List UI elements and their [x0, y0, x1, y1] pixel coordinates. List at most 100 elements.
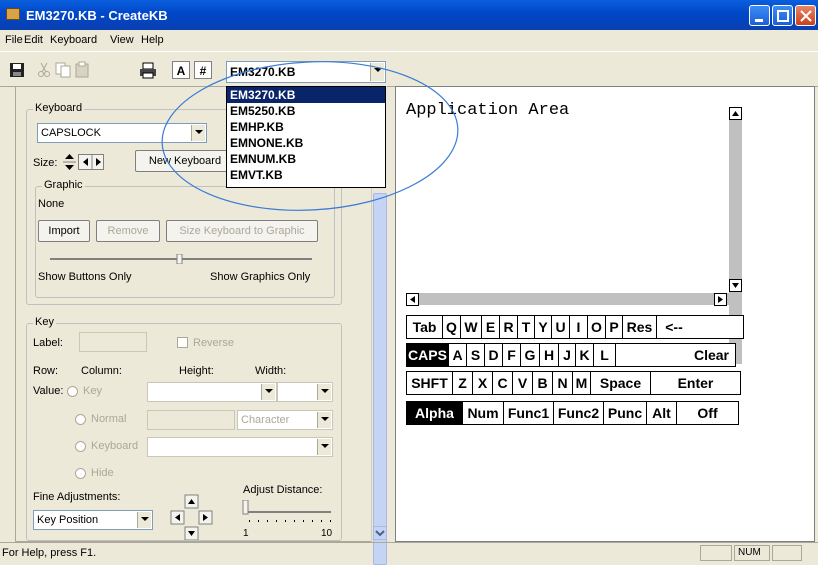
key-label-input[interactable]	[79, 332, 147, 352]
key-f[interactable]: F	[503, 344, 521, 366]
file-option[interactable]: EM3270.KB	[227, 87, 385, 103]
key-off[interactable]: Off	[677, 402, 738, 424]
key-n[interactable]: N	[553, 372, 573, 394]
scroll-left-icon[interactable]	[406, 293, 419, 306]
app-horizontal-scrollbar[interactable]	[406, 293, 742, 305]
key-p[interactable]: P	[606, 316, 623, 338]
paste-icon[interactable]	[73, 61, 91, 79]
key-t[interactable]: T	[518, 316, 535, 338]
normal-type-select[interactable]: Character	[237, 410, 333, 430]
key-shift[interactable]: SHFT	[407, 372, 453, 394]
key-k[interactable]: K	[576, 344, 594, 366]
key-space[interactable]: Space	[591, 372, 651, 394]
key-clear[interactable]: Clear	[616, 344, 735, 366]
key-enter[interactable]: Enter	[651, 372, 740, 394]
file-option[interactable]: EMHP.KB	[227, 119, 385, 135]
keyboard-name-select[interactable]: CAPSLOCK	[37, 123, 207, 143]
key-a[interactable]: A	[449, 344, 467, 366]
key-c[interactable]: C	[493, 372, 513, 394]
copy-icon[interactable]	[54, 61, 72, 79]
key-backspace[interactable]: <--	[657, 316, 691, 338]
cut-icon[interactable]	[35, 61, 53, 79]
remove-button[interactable]: Remove	[96, 220, 160, 242]
save-icon[interactable]	[8, 61, 26, 79]
size-height-spinner[interactable]	[63, 152, 76, 172]
chevron-down-icon[interactable]	[137, 512, 151, 528]
file-option[interactable]: EM5250.KB	[227, 103, 385, 119]
key-w[interactable]: W	[461, 316, 482, 338]
file-select[interactable]: EM3270.KB	[226, 61, 386, 83]
radio-keyboard[interactable]	[75, 441, 86, 452]
key-alpha[interactable]: Alpha	[407, 402, 463, 424]
key-z[interactable]: Z	[453, 372, 473, 394]
key-d[interactable]: D	[485, 344, 503, 366]
size-keyboard-to-graphic-button[interactable]: Size Keyboard to Graphic	[166, 220, 318, 242]
key-value-extra-select[interactable]	[277, 382, 333, 402]
key-e[interactable]: E	[482, 316, 500, 338]
size-width-spinner[interactable]	[78, 154, 104, 170]
key-x[interactable]: X	[473, 372, 493, 394]
key-s[interactable]: S	[467, 344, 485, 366]
print-icon[interactable]	[139, 61, 157, 79]
menu-edit[interactable]: Edit	[24, 34, 43, 46]
scroll-up-icon[interactable]	[729, 107, 742, 120]
menu-file[interactable]: File	[5, 34, 23, 46]
key-func2[interactable]: Func2	[554, 402, 604, 424]
key-res[interactable]: Res	[623, 316, 657, 338]
position-nudge-arrows[interactable]	[169, 494, 215, 541]
key-r[interactable]: R	[500, 316, 518, 338]
chevron-down-icon[interactable]	[317, 412, 331, 428]
file-option[interactable]: EMNUM.KB	[227, 151, 385, 167]
keyboard-target-select[interactable]	[147, 437, 333, 457]
file-option[interactable]: EMVT.KB	[227, 167, 385, 183]
font-hash-button[interactable]: #	[194, 61, 212, 79]
scroll-down-icon[interactable]	[729, 279, 742, 292]
chevron-down-icon[interactable]	[317, 384, 331, 400]
key-h[interactable]: H	[540, 344, 559, 366]
minimize-button[interactable]	[749, 5, 770, 26]
key-func1[interactable]: Func1	[504, 402, 554, 424]
key-b[interactable]: B	[533, 372, 553, 394]
reverse-checkbox[interactable]	[177, 337, 188, 348]
chevron-down-icon[interactable]	[370, 63, 384, 81]
graphic-group-legend: Graphic	[42, 179, 85, 191]
key-y[interactable]: Y	[535, 316, 552, 338]
key-q[interactable]: Q	[443, 316, 461, 338]
key-tab[interactable]: Tab	[407, 316, 443, 338]
menu-help[interactable]: Help	[141, 34, 164, 46]
maximize-button[interactable]	[772, 5, 793, 26]
chevron-down-icon[interactable]	[261, 384, 275, 400]
key-value-select[interactable]	[147, 382, 277, 402]
key-l[interactable]: L	[594, 344, 616, 366]
new-keyboard-button[interactable]: New Keyboard	[135, 150, 235, 172]
radio-hide[interactable]	[75, 468, 86, 479]
file-option[interactable]: EMNONE.KB	[227, 135, 385, 151]
scroll-right-icon[interactable]	[714, 293, 727, 306]
radio-normal[interactable]	[75, 414, 86, 425]
scroll-down-icon[interactable]	[373, 526, 387, 540]
scrollbar-thumb[interactable]	[373, 193, 387, 565]
chevron-down-icon[interactable]	[317, 439, 331, 455]
import-button[interactable]: Import	[38, 220, 90, 242]
normal-value-input[interactable]	[147, 410, 235, 430]
key-i[interactable]: I	[570, 316, 588, 338]
graphic-mode-slider[interactable]	[50, 253, 312, 265]
key-j[interactable]: J	[559, 344, 576, 366]
key-u[interactable]: U	[552, 316, 570, 338]
close-button[interactable]	[795, 5, 816, 26]
key-num[interactable]: Num	[463, 402, 504, 424]
font-a-button[interactable]: A	[172, 61, 190, 79]
key-alt[interactable]: Alt	[647, 402, 677, 424]
radio-key[interactable]	[67, 386, 78, 397]
fine-adjustments-select[interactable]: Key Position	[33, 510, 153, 530]
menu-view[interactable]: View	[110, 34, 134, 46]
chevron-down-icon[interactable]	[191, 125, 205, 141]
key-v[interactable]: V	[513, 372, 533, 394]
key-g[interactable]: G	[521, 344, 540, 366]
key-m[interactable]: M	[573, 372, 591, 394]
adjust-distance-slider[interactable]	[241, 499, 333, 524]
key-punc[interactable]: Punc	[604, 402, 647, 424]
key-o[interactable]: O	[588, 316, 606, 338]
menu-keyboard[interactable]: Keyboard	[50, 34, 97, 46]
key-caps[interactable]: CAPS	[407, 344, 449, 366]
